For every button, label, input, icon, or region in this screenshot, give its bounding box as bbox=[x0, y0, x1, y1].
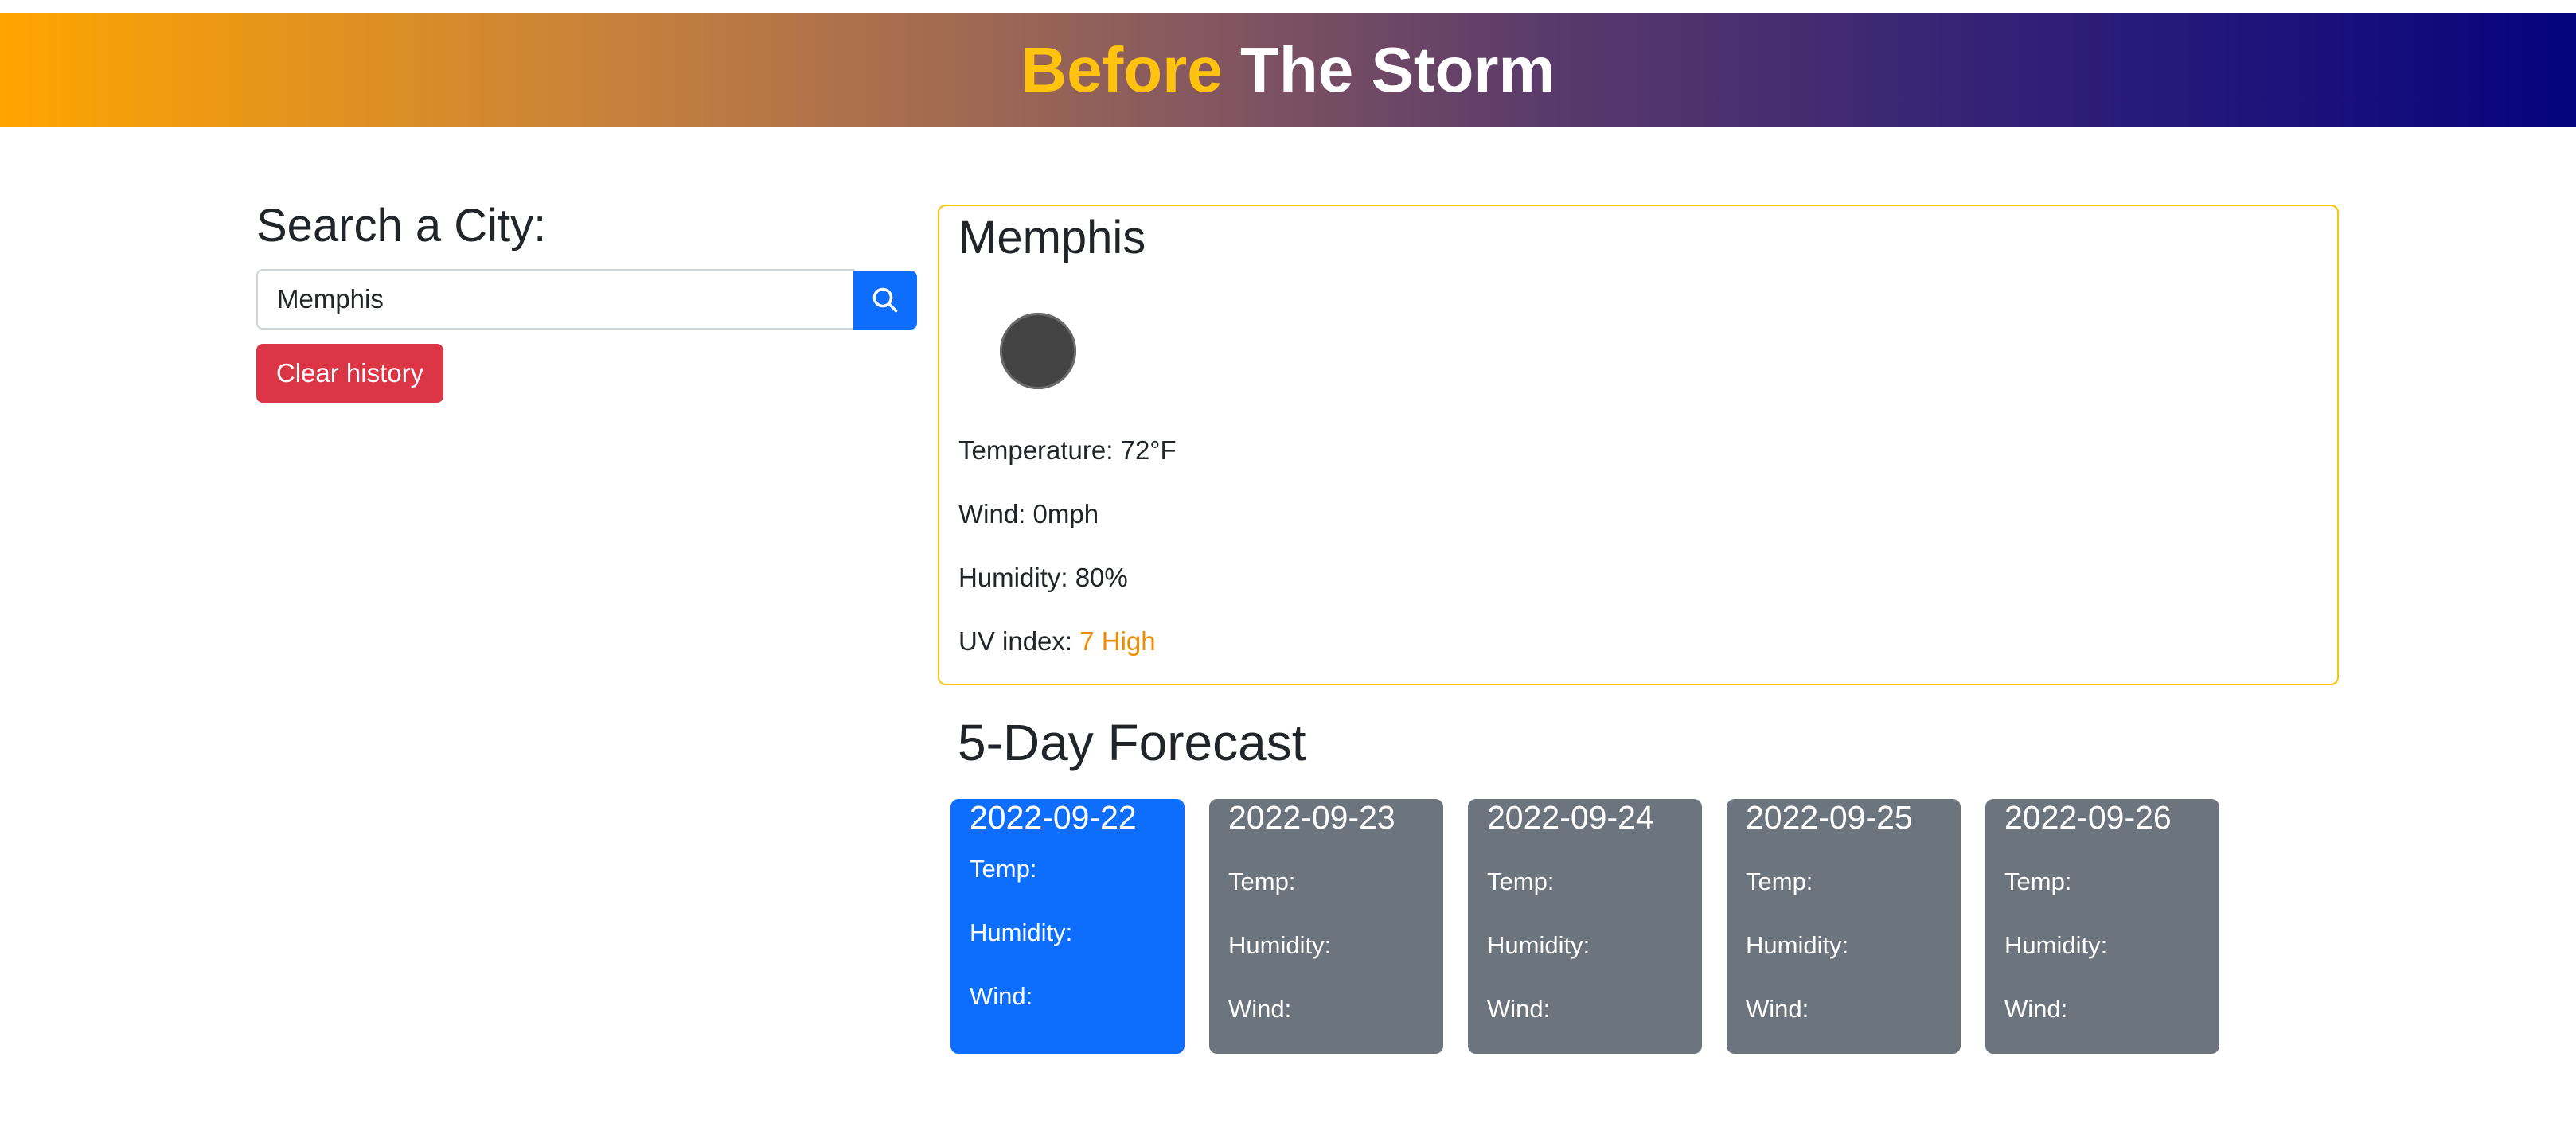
search-button[interactable] bbox=[853, 271, 917, 330]
wind-text: Wind: 0mph bbox=[958, 499, 1099, 528]
forecast-date: 2022-09-24 bbox=[1487, 799, 1654, 836]
forecast-humidity: Humidity: bbox=[970, 918, 1073, 946]
forecast-temp: Temp: bbox=[2004, 868, 2072, 895]
forecast-date: 2022-09-23 bbox=[1228, 799, 1395, 836]
uv-label: UV index: bbox=[958, 626, 1080, 656]
forecast-temp: Temp: bbox=[1487, 868, 1555, 895]
search-heading: Search a City: bbox=[256, 200, 547, 252]
forecast-heading: 5-Day Forecast bbox=[958, 714, 1306, 771]
forecast-temp: Temp: bbox=[1228, 868, 1296, 895]
current-weather-card: Memphis Temperature: 72°F Wind: 0mph Hum… bbox=[938, 205, 2339, 685]
forecast-date: 2022-09-22 bbox=[970, 799, 1137, 836]
forecast-wind: Wind: bbox=[2004, 995, 2068, 1023]
forecast-date: 2022-09-25 bbox=[1746, 799, 1913, 836]
search-icon bbox=[872, 287, 898, 313]
forecast-date: 2022-09-26 bbox=[2004, 799, 2172, 836]
forecast-humidity: Humidity: bbox=[2004, 931, 2108, 959]
forecast-wind: Wind: bbox=[1746, 995, 1809, 1023]
forecast-humidity: Humidity: bbox=[1746, 931, 1849, 959]
app-title: Before The Storm bbox=[1021, 33, 1555, 107]
forecast-wind: Wind: bbox=[1487, 995, 1551, 1023]
weather-icon bbox=[1000, 313, 1076, 389]
uv-index-text: UV index: 7 High bbox=[958, 626, 1156, 657]
forecast-humidity: Humidity: bbox=[1487, 931, 1590, 959]
clear-history-button[interactable]: Clear history bbox=[256, 344, 443, 403]
app-header: Before The Storm bbox=[0, 13, 2576, 127]
title-the-storm: The Storm bbox=[1240, 34, 1555, 105]
forecast-card: 2022-09-24 Temp: Humidity: Wind: bbox=[1468, 799, 1702, 1054]
forecast-temp: Temp: bbox=[970, 855, 1037, 883]
forecast-card: 2022-09-22 Temp: Humidity: Wind: bbox=[950, 799, 1185, 1054]
forecast-humidity: Humidity: bbox=[1228, 931, 1332, 959]
city-search-input[interactable] bbox=[256, 269, 855, 330]
forecast-card: 2022-09-23 Temp: Humidity: Wind: bbox=[1209, 799, 1443, 1054]
forecast-wind: Wind: bbox=[1228, 995, 1292, 1023]
forecast-card: 2022-09-25 Temp: Humidity: Wind: bbox=[1727, 799, 1961, 1054]
humidity-text: Humidity: 80% bbox=[958, 563, 1128, 592]
temperature-text: Temperature: 72°F bbox=[958, 435, 1177, 465]
uv-value: 7 High bbox=[1079, 626, 1156, 656]
forecast-wind: Wind: bbox=[970, 982, 1033, 1010]
forecast-card: 2022-09-26 Temp: Humidity: Wind: bbox=[1985, 799, 2219, 1054]
city-name: Memphis bbox=[958, 212, 1146, 263]
title-before: Before bbox=[1021, 34, 1223, 105]
forecast-temp: Temp: bbox=[1746, 868, 1813, 895]
